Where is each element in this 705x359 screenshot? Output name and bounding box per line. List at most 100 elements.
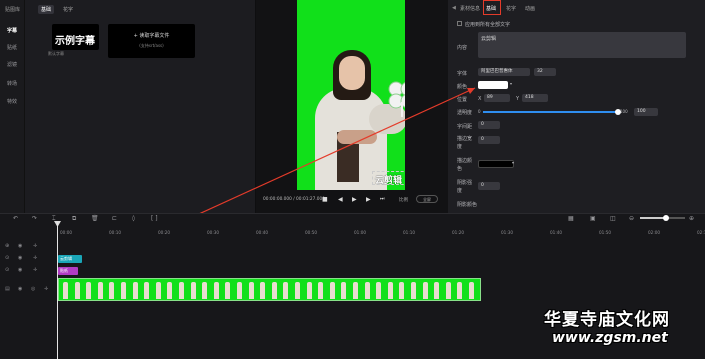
subtitle-track-icon[interactable]: ⊙ <box>5 255 9 261</box>
ruler-tick: 01:30 <box>501 230 514 235</box>
stroke-value: 0 <box>481 137 484 142</box>
prev-frame-icon[interactable]: ◀ <box>338 196 343 203</box>
nav-item-subtitle[interactable]: 字幕 <box>7 27 17 34</box>
clip-thumbnail <box>376 282 382 299</box>
clip-thumbnail <box>97 282 103 299</box>
x-value: 89 <box>487 95 493 100</box>
tab-animation[interactable]: 动画 <box>525 5 535 12</box>
stroke-input[interactable]: 0 <box>478 136 500 144</box>
video-track-audio-icon[interactable]: ◎ <box>31 286 35 292</box>
font-value: 阿里巴巴普惠体 <box>481 69 513 74</box>
ruler-tick: 02:00 <box>648 230 661 235</box>
nav-item-filter[interactable]: 滤镜 <box>7 61 17 68</box>
load-subtitle-label: + 读取字幕文件 <box>133 33 170 39</box>
font-select[interactable]: 阿里巴巴普惠体 <box>478 68 530 76</box>
clip-thumbnail <box>202 282 208 299</box>
clip-thumbnail <box>86 282 92 299</box>
clip-thumbnail <box>74 282 80 299</box>
font-label: 字体 <box>457 71 468 77</box>
subtitle-clip[interactable]: 云剪辑 <box>58 255 82 263</box>
nav-item-sticker[interactable]: 贴纸 <box>7 44 17 51</box>
subtitle-track-move-icon[interactable]: ✛ <box>33 255 37 261</box>
chevron-down-icon[interactable]: ▾ <box>510 81 512 86</box>
clip-thumbnail <box>329 282 335 299</box>
skip-end-icon[interactable]: ⏭ <box>380 196 385 202</box>
track-eye-icon[interactable]: ◉ <box>18 243 22 249</box>
ruler-tick: 01:10 <box>403 230 416 235</box>
play-icon[interactable]: ▶ <box>352 196 357 203</box>
ruler-tick: 01:00 <box>354 230 367 235</box>
clip-thumbnail <box>179 282 184 299</box>
opacity-label: 透明度 <box>457 110 473 116</box>
clip-thumbnail <box>132 282 138 299</box>
time-ruler[interactable]: 00:00 00:10 00:20 00:30 00:40 00:50 01:00 01:10… <box>0 213 705 235</box>
next-frame-icon[interactable]: ▶ <box>366 196 371 203</box>
opacity-value: 100 <box>637 109 646 114</box>
player-controls: 00:00:00.000 / 00:01:27.000 ■ ◀ ▶ ▶ ⏭ 比例… <box>256 192 448 213</box>
clip-thumbnail <box>364 282 370 299</box>
x-input[interactable]: 89 <box>484 94 510 102</box>
shadow-input[interactable]: 0 <box>478 182 500 190</box>
clip-thumbnail <box>167 282 173 299</box>
opacity-slider[interactable] <box>483 109 621 115</box>
clip-thumbnail <box>260 282 266 299</box>
preview-canvas[interactable]: 云剪辑 <box>297 0 405 190</box>
stroke-color-label: 描边颜色 <box>457 158 473 172</box>
collapse-icon[interactable]: ◀ <box>452 5 456 11</box>
sample-subtitle-card[interactable]: 示例字幕 <box>52 24 99 50</box>
nav-item-effect[interactable]: 特效 <box>7 98 17 105</box>
subtitle-track-eye-icon[interactable]: ◉ <box>18 255 22 261</box>
video-clip[interactable] <box>58 278 481 301</box>
apply-all-label: 应用到所有全部文字 <box>465 22 511 28</box>
sticker-clip[interactable]: 贴纸 <box>58 267 78 275</box>
track-lock-icon[interactable]: ⊕ <box>5 243 9 249</box>
video-track-eye-icon[interactable]: ◉ <box>18 286 22 292</box>
preview-player: 云剪辑 00:00:00.000 / 00:01:27.000 ■ ◀ ▶ ▶ … <box>256 0 448 213</box>
ruler-tick: 01:40 <box>550 230 563 235</box>
sticker-track-icon[interactable]: ⊙ <box>5 267 9 273</box>
stroke-color-swatch[interactable] <box>478 160 514 168</box>
ruler-tick: 00:10 <box>109 230 122 235</box>
playhead[interactable] <box>57 222 58 359</box>
sticker-track-eye-icon[interactable]: ◉ <box>18 267 22 273</box>
fullscreen-button[interactable]: 全屏 <box>416 195 438 203</box>
clip-thumbnail <box>434 282 440 299</box>
watermark-title: 华夏寺庙文化网 <box>544 310 670 330</box>
sticker-track-move-icon[interactable]: ✛ <box>33 267 37 273</box>
preview-subtitle-text: 云剪辑 <box>375 176 403 186</box>
tab-material-info[interactable]: 素材信息 <box>460 5 480 12</box>
apply-all-checkbox[interactable] <box>457 21 462 26</box>
ruler-tick: 01:20 <box>452 230 465 235</box>
y-input[interactable]: 418 <box>522 94 548 102</box>
content-textarea[interactable]: 云剪辑 <box>478 32 686 58</box>
step-back-icon[interactable]: ■ <box>322 196 328 203</box>
clip-thumbnail <box>422 282 428 299</box>
position-label: 位置 <box>457 97 468 103</box>
spacing-value: 0 <box>481 122 484 127</box>
clip-thumbnail <box>411 282 416 299</box>
watermark-url: www.zgsm.net <box>552 330 668 346</box>
ruler-tick: 01:50 <box>599 230 612 235</box>
clip-thumbnail <box>271 282 277 299</box>
content-label: 内容 <box>457 45 468 51</box>
ratio-button[interactable]: 比例 <box>399 197 408 203</box>
clip-thumbnail <box>109 282 115 299</box>
ruler-tick: 00:00 <box>60 230 73 235</box>
clip-thumbnail <box>341 282 347 299</box>
video-track-icon[interactable]: ▤ <box>5 286 10 292</box>
tab-basic[interactable]: 基础 <box>38 5 55 14</box>
nav-item-transition[interactable]: 转场 <box>7 80 17 87</box>
left-nav: 贴图库 字幕 贴纸 滤镜 转场 特效 <box>0 0 25 213</box>
tab-fancy-text[interactable]: 花字 <box>60 5 76 14</box>
font-size-input[interactable]: 32 <box>534 68 556 76</box>
track-move-icon[interactable]: ✛ <box>33 243 37 249</box>
timecode: 00:00:00.000 / 00:01:27.000 <box>263 197 325 202</box>
load-subtitle-file-button[interactable]: + 读取字幕文件 (支持srt/ass) <box>108 24 195 58</box>
spacing-input[interactable]: 0 <box>478 121 500 129</box>
font-color-swatch[interactable] <box>478 81 508 89</box>
tab-fancy-props[interactable]: 花字 <box>506 5 516 12</box>
opacity-input[interactable]: 100 <box>634 108 658 116</box>
chevron-down-icon[interactable]: ▾ <box>512 160 514 165</box>
clover-sticker[interactable] <box>387 80 405 118</box>
video-track-move-icon[interactable]: ✛ <box>44 286 48 292</box>
